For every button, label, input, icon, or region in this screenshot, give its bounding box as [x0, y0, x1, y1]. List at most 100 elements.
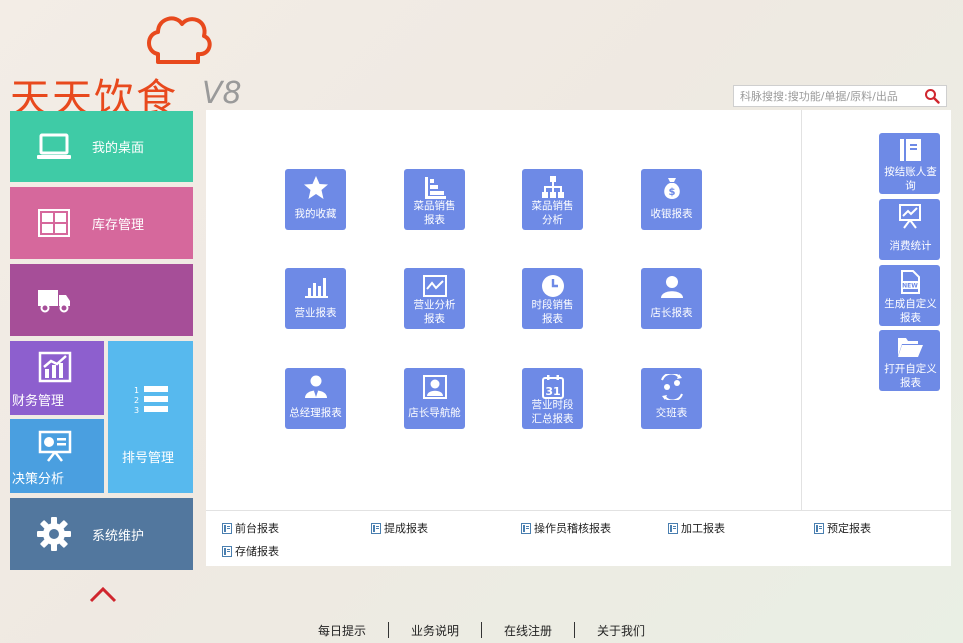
easel-chart-icon [879, 203, 940, 229]
action-label: 报表 [900, 377, 921, 389]
tile-label: 排号管理 [122, 451, 175, 466]
svg-text:1: 1 [134, 386, 139, 395]
notebook-icon [879, 137, 940, 163]
quick-link[interactable]: 操作员稽核报表 [521, 520, 611, 536]
shift-change-icon [641, 374, 702, 400]
bar-chart-icon [285, 274, 346, 300]
quick-link-label: 操作员稽核报表 [534, 522, 611, 535]
quick-link[interactable]: 预定报表 [814, 520, 871, 536]
action-label: 报表 [900, 312, 921, 324]
action-open-custom-report[interactable]: 打开自定义 报表 [879, 330, 940, 391]
report-label: 营业分析 [413, 299, 456, 311]
svg-text:3: 3 [134, 406, 139, 415]
quick-link-label: 前台报表 [235, 522, 279, 535]
folder-open-icon [879, 334, 940, 360]
tile-label: 决策分析 [12, 472, 65, 487]
report-tile-business-analysis[interactable]: 营业分析 报表 [404, 268, 465, 329]
user-icon [641, 274, 702, 300]
action-label: 生成自定义 [884, 298, 937, 310]
search-input[interactable] [734, 86, 918, 106]
footer-link-about-us[interactable]: 关于我们 [575, 622, 667, 639]
search-button[interactable] [918, 86, 946, 106]
star-icon [285, 175, 346, 201]
document-icon [814, 522, 824, 534]
report-tile-store-navigation[interactable]: 店长导航舱 [404, 368, 465, 429]
tile-system-maintenance[interactable]: 系统维护 [10, 498, 193, 570]
tile-finance[interactable]: 财务管理 [10, 341, 104, 415]
report-tile-dish-sales[interactable]: 菜品销售 报表 [404, 169, 465, 230]
action-query-by-checkout-person[interactable]: 按结账人查 询 [879, 133, 940, 194]
report-tile-cashier[interactable]: $ 收银报表 [641, 169, 702, 230]
report-label: 分析 [542, 214, 563, 226]
report-label: 交班表 [655, 407, 688, 419]
report-label: 营业时段 [531, 399, 574, 411]
laptop-icon [36, 129, 72, 165]
report-label: 我的收藏 [294, 208, 337, 220]
report-tile-favorites[interactable]: 我的收藏 [285, 169, 346, 230]
svg-text:2: 2 [134, 396, 139, 405]
clock-icon [522, 274, 583, 300]
document-icon [371, 522, 381, 534]
report-label: 汇总报表 [531, 413, 574, 425]
search-icon [925, 89, 940, 104]
action-label: 按结账人查 [884, 166, 937, 178]
numbered-list-icon: 123 [132, 383, 170, 421]
report-label: 营业报表 [294, 307, 337, 319]
footer-link-daily-tips[interactable]: 每日提示 [296, 622, 388, 639]
report-tile-store-manager[interactable]: 店长报表 [641, 268, 702, 329]
quick-link-label: 存储报表 [235, 545, 279, 558]
report-label: 菜品销售 [413, 200, 456, 212]
report-label: 时段销售 [531, 299, 574, 311]
report-tile-business[interactable]: 营业报表 [285, 268, 346, 329]
chevron-up-icon[interactable] [88, 584, 118, 604]
org-chart-icon [522, 175, 583, 201]
svg-text:NEW: NEW [902, 283, 918, 290]
document-icon [521, 522, 531, 534]
quick-link[interactable]: 存储报表 [222, 543, 279, 559]
tile-delivery[interactable] [10, 264, 193, 336]
action-generate-custom-report[interactable]: NEW 生成自定义 报表 [879, 265, 940, 326]
report-tile-period-sales[interactable]: 时段销售 报表 [522, 268, 583, 329]
report-label: 菜品销售 [531, 200, 574, 212]
report-tile-dish-analysis[interactable]: 菜品销售 分析 [522, 169, 583, 230]
footer-link-online-register[interactable]: 在线注册 [482, 622, 574, 639]
svg-text:$: $ [668, 187, 675, 198]
action-label: 询 [905, 180, 916, 192]
tile-queue-management[interactable]: 123 排号管理 [108, 341, 193, 493]
bar-steps-icon [404, 175, 465, 201]
chef-hat-icon [147, 16, 212, 64]
report-tile-general-manager[interactable]: 总经理报表 [285, 368, 346, 429]
quick-link[interactable]: 提成报表 [371, 520, 428, 536]
report-label: 收银报表 [650, 208, 693, 220]
footer-link-business-guide[interactable]: 业务说明 [389, 622, 481, 639]
quick-link-label: 预定报表 [827, 522, 871, 535]
tile-label: 我的桌面 [92, 141, 145, 156]
action-consumption-stats[interactable]: 消费统计 [879, 199, 940, 260]
divider [801, 110, 802, 510]
search-box [733, 85, 947, 107]
money-bag-icon: $ [641, 175, 702, 201]
portrait-icon [404, 374, 465, 400]
warehouse-icon [36, 205, 72, 241]
report-tile-period-summary[interactable]: 31 营业时段 汇总报表 [522, 368, 583, 429]
report-label: 总经理报表 [289, 407, 342, 419]
tile-label: 系统维护 [92, 528, 145, 544]
report-tile-shift-handover[interactable]: 交班表 [641, 368, 702, 429]
report-label: 报表 [542, 313, 563, 325]
tile-decision-analysis[interactable]: 决策分析 [10, 419, 104, 493]
chart-growth-icon [38, 351, 72, 387]
logo-version: V8 [202, 76, 242, 111]
new-doc-icon: NEW [879, 269, 940, 295]
report-label: 报表 [424, 214, 445, 226]
document-icon [222, 522, 232, 534]
action-label: 打开自定义 [884, 363, 937, 375]
tile-my-desktop[interactable]: 我的桌面 [10, 111, 193, 182]
svg-text:31: 31 [545, 385, 560, 398]
app-logo: 天天饮食 V8 [6, 6, 246, 122]
tile-inventory[interactable]: 库存管理 [10, 187, 193, 259]
quick-link[interactable]: 加工报表 [668, 520, 725, 536]
action-label: 消费统计 [889, 240, 932, 252]
document-icon [668, 522, 678, 534]
quick-link[interactable]: 前台报表 [222, 520, 279, 536]
calendar-31-icon: 31 [522, 374, 583, 400]
